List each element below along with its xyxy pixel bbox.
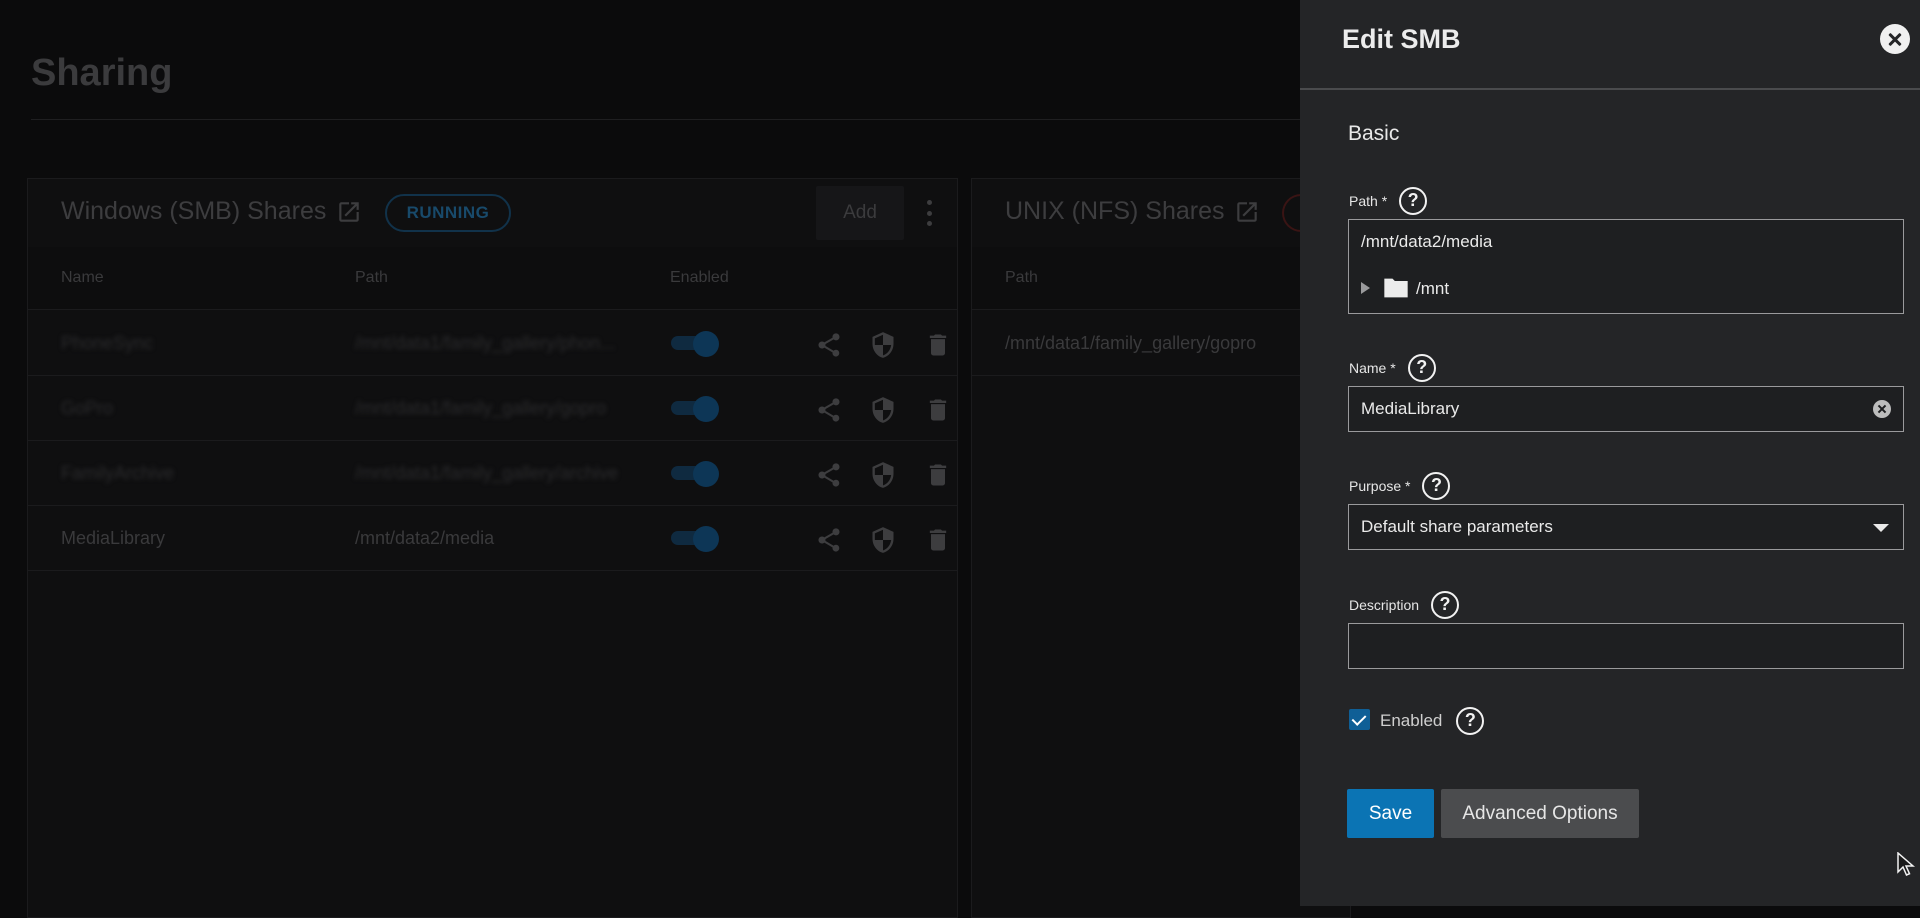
page-title: Sharing bbox=[31, 52, 173, 94]
purpose-select-value: Default share parameters bbox=[1361, 517, 1553, 536]
enabled-label[interactable]: Enabled bbox=[1380, 711, 1442, 731]
share-icon[interactable] bbox=[815, 331, 843, 359]
section-title-basic: Basic bbox=[1348, 122, 1400, 145]
title-divider bbox=[31, 119, 1311, 120]
enabled-toggle[interactable] bbox=[671, 526, 719, 552]
row-path: /mnt/data2/media bbox=[355, 528, 495, 548]
save-button[interactable]: Save bbox=[1347, 789, 1434, 838]
table-row[interactable]: PhoneSync /mnt/data1/family_gallery/phon… bbox=[28, 311, 957, 376]
advanced-options-button[interactable]: Advanced Options bbox=[1441, 789, 1639, 838]
smb-table-header: Name Path Enabled bbox=[28, 247, 957, 310]
table-row[interactable]: GoPro /mnt/data1/family_gallery/gopro bbox=[28, 376, 957, 441]
shield-icon[interactable] bbox=[869, 461, 897, 489]
external-link-icon[interactable] bbox=[336, 199, 362, 225]
enabled-toggle[interactable] bbox=[671, 461, 719, 487]
nfs-card-title[interactable]: UNIX (NFS) Shares bbox=[1005, 197, 1260, 226]
row-name: GoPro bbox=[61, 398, 114, 418]
table-row[interactable]: /mnt/data1/family_gallery/gopro bbox=[972, 311, 1350, 376]
nfs-table-header: Path bbox=[972, 247, 1350, 310]
expand-arrow-icon[interactable] bbox=[1361, 282, 1370, 294]
shield-icon[interactable] bbox=[869, 526, 897, 554]
nfs-shares-card: UNIX (NFS) Shares Path /mnt/data1/family… bbox=[971, 178, 1351, 918]
tree-item-label[interactable]: /mnt bbox=[1416, 279, 1449, 299]
share-icon[interactable] bbox=[815, 396, 843, 424]
description-label: Description bbox=[1349, 597, 1420, 613]
smb-card-title-text: Windows (SMB) Shares bbox=[61, 197, 327, 225]
purpose-select[interactable]: Default share parameters bbox=[1348, 504, 1904, 550]
description-label-group: Description ? bbox=[1349, 591, 1460, 619]
column-header-name: Name bbox=[61, 269, 104, 286]
enabled-toggle[interactable] bbox=[671, 396, 719, 422]
sharing-page: Sharing Windows (SMB) Shares RUNNING Add… bbox=[0, 0, 1920, 918]
column-header-path: Path bbox=[355, 269, 388, 286]
row-name: PhoneSync bbox=[61, 333, 154, 353]
description-input[interactable] bbox=[1348, 623, 1904, 669]
shield-icon[interactable] bbox=[869, 331, 897, 359]
more-options-icon[interactable] bbox=[924, 200, 934, 226]
drawer-divider bbox=[1300, 88, 1920, 90]
purpose-label-group: Purpose * ? bbox=[1349, 472, 1451, 500]
trash-icon[interactable] bbox=[924, 396, 952, 424]
row-path: /mnt/data1/family_gallery/gopro bbox=[355, 398, 607, 418]
share-icon[interactable] bbox=[815, 526, 843, 554]
clear-icon[interactable] bbox=[1873, 400, 1891, 418]
nfs-card-header: UNIX (NFS) Shares bbox=[972, 179, 1350, 247]
enabled-label-group: Enabled ? bbox=[1380, 707, 1485, 735]
help-icon[interactable]: ? bbox=[1407, 354, 1436, 382]
cursor-icon bbox=[1897, 852, 1915, 876]
enabled-toggle[interactable] bbox=[671, 331, 719, 357]
help-icon[interactable]: ? bbox=[1456, 707, 1485, 735]
enabled-checkbox[interactable] bbox=[1349, 709, 1370, 730]
column-header-path: Path bbox=[1005, 269, 1038, 286]
help-icon[interactable]: ? bbox=[1431, 591, 1460, 619]
row-path: /mnt/data1/family_gallery/gopro bbox=[1005, 333, 1257, 353]
help-icon[interactable]: ? bbox=[1422, 472, 1451, 500]
smb-card-header: Windows (SMB) Shares RUNNING Add bbox=[28, 179, 957, 247]
drawer-title: Edit SMB bbox=[1342, 24, 1461, 54]
table-row[interactable]: FamilyArchive /mnt/data1/family_gallery/… bbox=[28, 441, 957, 506]
trash-icon[interactable] bbox=[924, 526, 952, 554]
table-row[interactable]: MediaLibrary /mnt/data2/media bbox=[28, 506, 957, 571]
path-input[interactable]: /mnt/data2/media bbox=[1348, 219, 1904, 265]
name-label-group: Name * ? bbox=[1349, 354, 1436, 382]
caret-down-icon bbox=[1873, 524, 1889, 532]
row-name: MediaLibrary bbox=[61, 528, 166, 548]
name-label: Name * bbox=[1349, 360, 1396, 376]
row-path: /mnt/data1/family_gallery/phon... bbox=[355, 333, 616, 353]
nfs-card-title-text: UNIX (NFS) Shares bbox=[1005, 197, 1225, 225]
external-link-icon[interactable] bbox=[1234, 199, 1260, 225]
trash-icon[interactable] bbox=[924, 331, 952, 359]
path-label: Path * bbox=[1349, 193, 1388, 209]
row-path: /mnt/data1/family_gallery/archive bbox=[355, 463, 619, 483]
purpose-label: Purpose * bbox=[1349, 478, 1411, 494]
smb-shares-card: Windows (SMB) Shares RUNNING Add Name Pa… bbox=[27, 178, 958, 918]
add-smb-button[interactable]: Add bbox=[816, 186, 904, 240]
folder-icon bbox=[1384, 278, 1408, 298]
share-icon[interactable] bbox=[815, 461, 843, 489]
path-tree[interactable]: /mnt bbox=[1348, 264, 1904, 314]
smb-card-title[interactable]: Windows (SMB) Shares bbox=[61, 197, 362, 226]
help-icon[interactable]: ? bbox=[1399, 187, 1428, 215]
close-icon[interactable] bbox=[1880, 24, 1910, 54]
name-input[interactable]: MediaLibrary bbox=[1348, 386, 1904, 432]
column-header-enabled: Enabled bbox=[670, 269, 729, 286]
edit-smb-drawer: Edit SMB Basic Path * ? /mnt/data2/media… bbox=[1300, 0, 1920, 906]
row-name: FamilyArchive bbox=[61, 463, 175, 483]
shield-icon[interactable] bbox=[869, 396, 897, 424]
trash-icon[interactable] bbox=[924, 461, 952, 489]
name-input-value: MediaLibrary bbox=[1361, 399, 1460, 418]
status-badge[interactable]: RUNNING bbox=[385, 194, 511, 232]
path-label-group: Path * ? bbox=[1349, 187, 1428, 215]
